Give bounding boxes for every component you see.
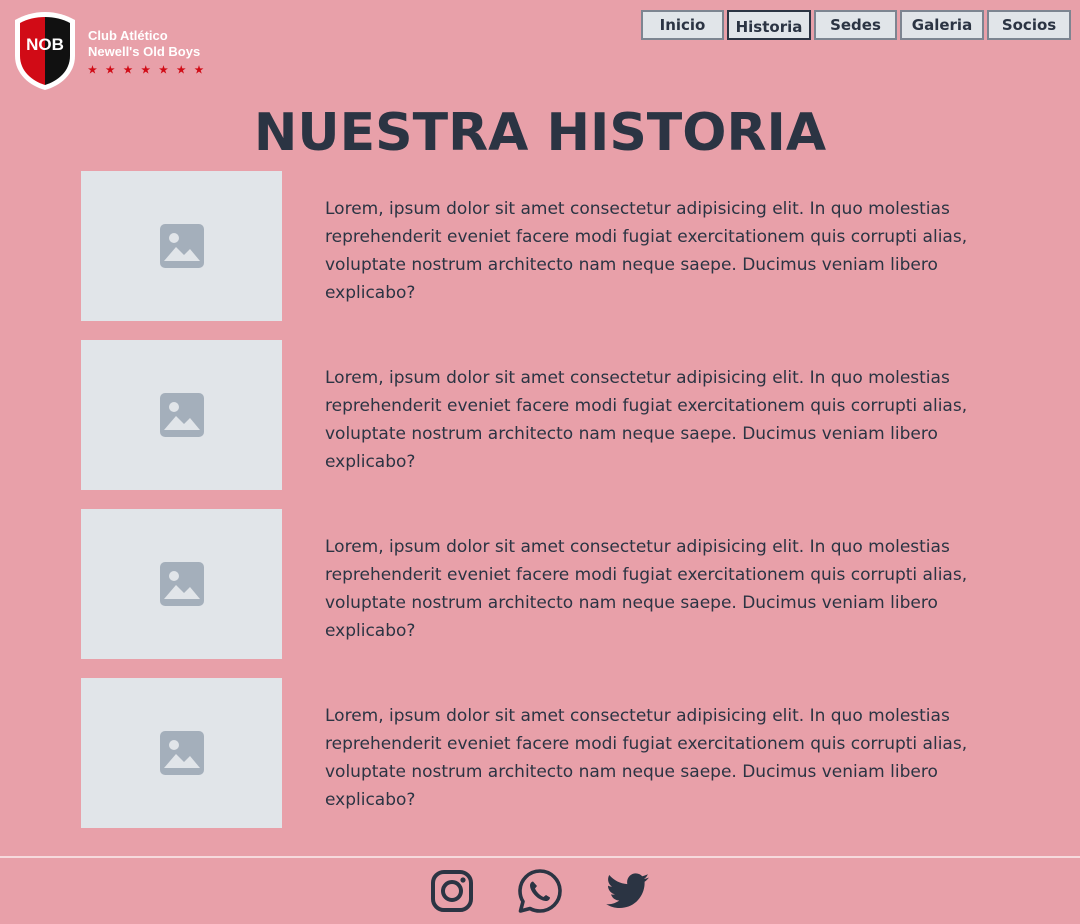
- crest-icon: NOB: [15, 12, 75, 90]
- page-title: NUESTRA HISTORIA: [253, 103, 827, 163]
- story-item: Lorem, ipsum dolor sit amet consectetur …: [81, 678, 981, 828]
- nav-galeria-button[interactable]: Galeria: [900, 10, 984, 40]
- story-item: Lorem, ipsum dolor sit amet consectetur …: [81, 509, 981, 659]
- story-item: Lorem, ipsum dolor sit amet consectetur …: [81, 340, 981, 490]
- story-text: Lorem, ipsum dolor sit amet consectetur …: [325, 199, 968, 303]
- image-placeholder-icon: [159, 562, 204, 606]
- social-links: [0, 868, 1080, 914]
- story-text: Lorem, ipsum dolor sit amet consectetur …: [325, 368, 968, 472]
- stars-row: ★ ★ ★ ★ ★ ★ ★: [88, 65, 207, 76]
- nav-socios-button[interactable]: Socios: [987, 10, 1071, 40]
- nav-inicio-button[interactable]: Inicio: [641, 10, 724, 40]
- footer-divider: [0, 856, 1080, 858]
- image-placeholder: [81, 340, 282, 490]
- club-name-line2: Newell's Old Boys: [88, 44, 201, 59]
- club-logo[interactable]: NOB Club Atlético Newell's Old Boys ★ ★ …: [12, 10, 206, 92]
- image-placeholder-icon: [159, 393, 204, 437]
- nav-historia-button[interactable]: Historia: [727, 10, 811, 40]
- image-placeholder: [81, 509, 282, 659]
- image-placeholder-icon: [159, 731, 204, 775]
- club-name-line1: Club Atlético: [88, 28, 168, 43]
- nav-sedes-button[interactable]: Sedes: [814, 10, 897, 40]
- whatsapp-icon[interactable]: [517, 868, 563, 914]
- club-name: Club Atlético Newell's Old Boys ★ ★ ★ ★ …: [88, 28, 206, 79]
- story-text: Lorem, ipsum dolor sit amet consectetur …: [325, 706, 968, 810]
- twitter-icon[interactable]: [605, 868, 651, 914]
- story-item: Lorem, ipsum dolor sit amet consectetur …: [81, 171, 981, 321]
- crest-text: NOB: [26, 35, 64, 54]
- main-nav: Inicio Historia Sedes Galeria Socios: [641, 10, 1071, 40]
- page: NOB Club Atlético Newell's Old Boys ★ ★ …: [0, 0, 1080, 924]
- image-placeholder: [81, 678, 282, 828]
- image-placeholder-icon: [159, 224, 204, 268]
- story-text: Lorem, ipsum dolor sit amet consectetur …: [325, 537, 968, 641]
- instagram-icon[interactable]: [429, 868, 475, 914]
- image-placeholder: [81, 171, 282, 321]
